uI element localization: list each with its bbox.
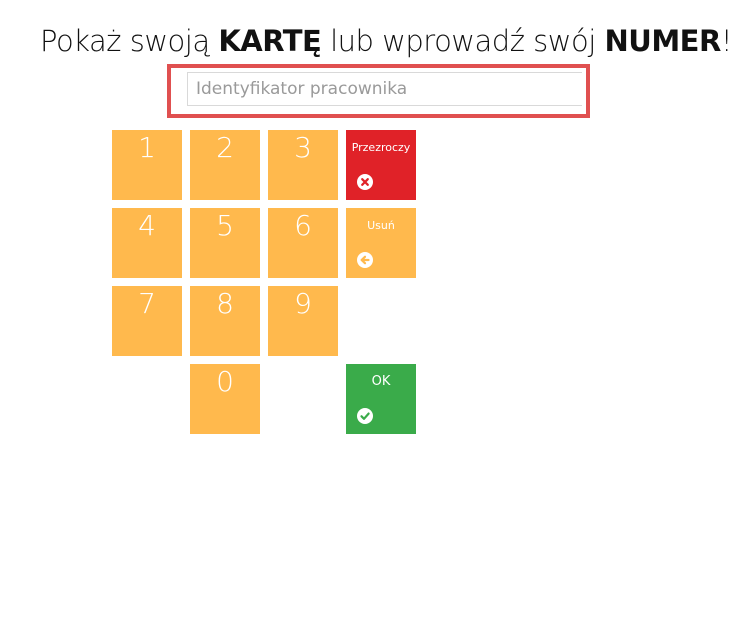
keypad-key-label: 3 [294, 131, 312, 164]
keypad-key-9[interactable]: 9 [268, 286, 338, 356]
keypad-key-label: 1 [138, 131, 156, 164]
keypad-key-label: 7 [138, 287, 156, 320]
times-circle-icon [357, 174, 373, 190]
arrow-left-circle-icon [357, 252, 373, 268]
keypad-key-5[interactable]: 5 [190, 208, 260, 278]
title-text-before: Pokaż swoją [40, 24, 219, 58]
keypad-key-1[interactable]: 1 [112, 130, 182, 200]
clear-button-label: Przezroczy [351, 141, 411, 154]
keypad-key-label: 8 [216, 287, 234, 320]
employee-input-highlight [167, 64, 590, 118]
title-number-word: NUMER [604, 24, 722, 58]
keypad-key-3[interactable]: 3 [268, 130, 338, 200]
keypad-key-6[interactable]: 6 [268, 208, 338, 278]
keypad-key-8[interactable]: 8 [190, 286, 260, 356]
keypad-key-label: 6 [294, 209, 312, 242]
keypad-key-label: 9 [294, 287, 312, 320]
delete-button[interactable]: Usuń [346, 208, 416, 278]
title-text-middle: lub wprowadź swój [321, 24, 605, 58]
keypad-key-label: 4 [138, 209, 156, 242]
keypad-key-label: 5 [216, 209, 234, 242]
keypad-key-label: 0 [216, 365, 234, 398]
page-title: Pokaż swoją KARTĘ lub wprowadź swój NUME… [0, 24, 753, 58]
clear-button[interactable]: Przezroczy [346, 130, 416, 200]
keypad-key-label: 2 [216, 131, 234, 164]
title-card-word: KARTĘ [218, 24, 322, 58]
keypad-key-7[interactable]: 7 [112, 286, 182, 356]
ok-button[interactable]: OK [346, 364, 416, 434]
employee-id-input[interactable] [187, 72, 582, 106]
title-text-end: ! [720, 24, 733, 58]
keypad-key-4[interactable]: 4 [112, 208, 182, 278]
keypad-key-0[interactable]: 0 [190, 364, 260, 434]
check-circle-icon [357, 408, 373, 424]
ok-button-label: OK [371, 374, 391, 389]
keypad-key-2[interactable]: 2 [190, 130, 260, 200]
delete-button-label: Usuń [367, 219, 395, 232]
